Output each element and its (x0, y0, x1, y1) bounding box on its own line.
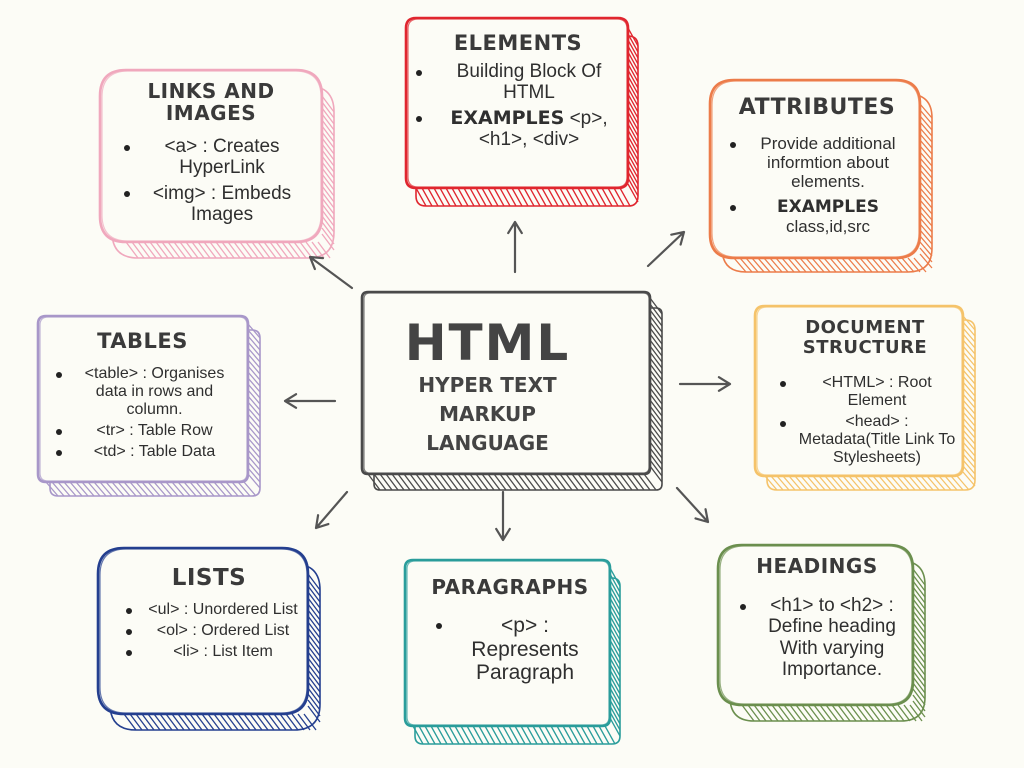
node-document-structure: DOCUMENT STRUCTURE <HTML> : Root Element… (740, 318, 990, 467)
node-tables: TABLES <table> : Organises data in rows … (40, 329, 245, 461)
node-tables-title: TABLES (97, 329, 188, 353)
document-item-1: <HTML> : Root Element (822, 373, 932, 409)
elements-item-1: Building Block Of HTML (456, 61, 602, 104)
links-item-1: <a> : Creates HyperLink (164, 136, 280, 179)
attributes-examples-label: EXAMPLES (777, 197, 879, 218)
list-item: <HTML> : Root Element (776, 374, 956, 410)
node-headings: HEADINGS <h1> to <h2> : Define heading W… (722, 555, 912, 680)
attributes-examples-values: class,id,src (785, 217, 871, 237)
list-item: Provide additional informtion about elem… (726, 134, 908, 191)
center-node-html: HTML HYPER TEXT MARKUP LANGUAGE (365, 312, 610, 472)
node-links-title: LINKS AND IMAGES (147, 79, 275, 125)
attributes-item-1: Provide additional informtion about elem… (760, 134, 896, 192)
list-item: <tr> : Table Row (52, 422, 235, 440)
node-links-and-images: LINKS AND IMAGES <a> : Creates HyperLink… (100, 80, 322, 225)
node-attributes-title: ATTRIBUTES (738, 95, 896, 120)
arrow-to-tables (283, 393, 337, 409)
list-item: <p> : Represents Paragraph (432, 614, 596, 685)
node-headings-title: HEADINGS (756, 554, 878, 578)
node-elements: ELEMENTS Building Block Of HTML EXAMPLES… (412, 31, 624, 151)
arrow-to-links (308, 255, 354, 290)
node-paragraphs-title: PARAGRAPHS (431, 575, 589, 599)
list-item: EXAMPLES class,id,src (726, 197, 908, 236)
lists-item-2: <ol> : Ordered List (156, 622, 290, 640)
arrow-to-document (678, 376, 732, 392)
node-attributes: ATTRIBUTES Provide additional informtion… (712, 95, 922, 236)
list-item: <a> : Creates HyperLink (120, 136, 302, 179)
lists-item-3: <li> : List Item (173, 643, 273, 661)
tables-item-2: <tr> : Table Row (96, 421, 213, 439)
tables-item-3: <td> : Table Data (93, 442, 216, 460)
node-elements-title: ELEMENTS (453, 31, 583, 55)
list-item: <h1> to <h2> : Define heading With varyi… (736, 595, 906, 680)
node-lists-title: LISTS (171, 565, 247, 591)
list-item: Building Block Of HTML (412, 61, 624, 104)
headings-item-1: <h1> to <h2> : Define heading With varyi… (768, 595, 896, 680)
center-line-3: LANGUAGE (426, 431, 549, 455)
node-document-title: DOCUMENT STRUCTURE (802, 317, 928, 358)
list-item: <table> : Organises data in rows and col… (52, 365, 235, 419)
arrow-to-lists (314, 490, 349, 530)
list-item: EXAMPLES <p>, <h1>, <div> (412, 106, 624, 151)
list-item: <head> : Metadata(Title Link To Styleshe… (776, 413, 956, 467)
node-paragraphs: PARAGRAPHS <p> : Represents Paragraph (410, 576, 610, 685)
lists-item-1: <ul> : Unordered List (148, 601, 298, 619)
center-title: HTML (404, 314, 571, 372)
document-item-2: <head> : Metadata(Title Link To Styleshe… (798, 413, 956, 467)
elements-examples-label: EXAMPLES (450, 106, 565, 129)
arrow-to-elements (507, 220, 523, 274)
list-item: <li> : List Item (122, 643, 302, 661)
list-item: <img> : Embeds Images (120, 183, 302, 226)
links-item-2: <img> : Embeds Images (152, 182, 292, 225)
node-lists: LISTS <ul> : Unordered List <ol> : Order… (104, 565, 314, 661)
list-item: <ol> : Ordered List (122, 622, 302, 640)
list-item: <td> : Table Data (52, 443, 235, 461)
center-line-2: MARKUP (439, 402, 536, 426)
arrow-to-paragraphs (495, 490, 511, 542)
list-item: <ul> : Unordered List (122, 601, 302, 619)
tables-item-1: <table> : Organises data in rows and col… (84, 365, 225, 418)
center-line-1: HYPER TEXT (418, 373, 557, 397)
paragraphs-item-1: <p> : Represents Paragraph (471, 614, 579, 685)
arrow-to-attributes (646, 230, 686, 268)
arrow-to-headings (675, 486, 710, 524)
